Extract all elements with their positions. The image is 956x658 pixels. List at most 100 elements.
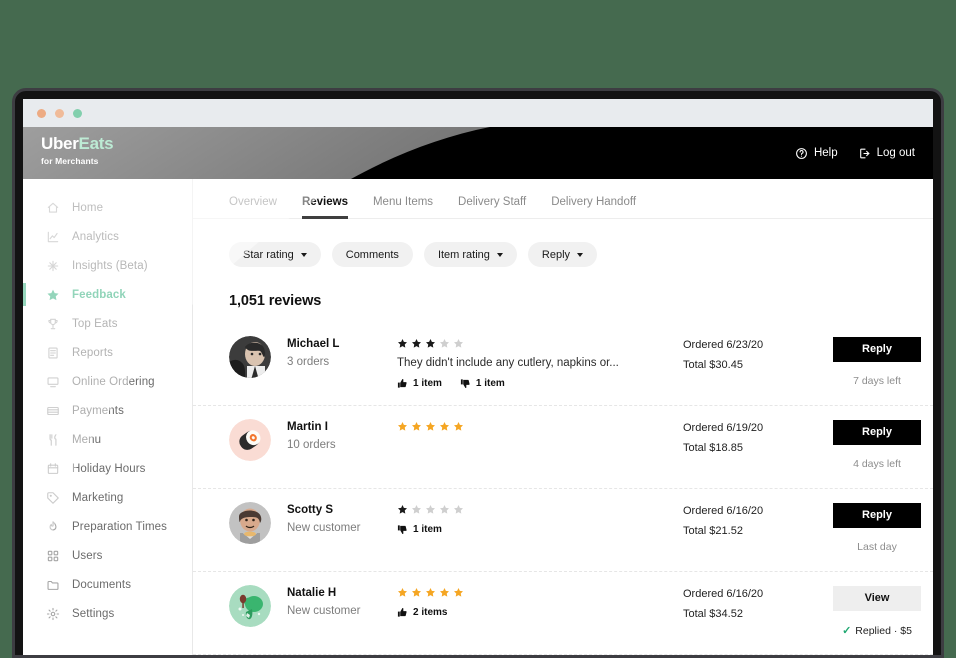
order-total: Total $21.52	[683, 525, 743, 537]
analytics-icon	[46, 230, 60, 244]
tab-label: Overview	[229, 196, 277, 208]
sidebar-item-payments[interactable]: Payments	[23, 396, 192, 425]
review-customer: Martin I 10 orders	[287, 419, 397, 451]
exit-icon	[858, 147, 871, 160]
sidebar-item-label: Home	[72, 201, 104, 214]
star-5	[453, 504, 464, 515]
sidebar-item-label: Menu	[72, 433, 102, 446]
close-dot[interactable]	[37, 108, 46, 118]
trophy-icon	[46, 317, 60, 331]
sidebar-item-settings[interactable]: Settings	[23, 599, 192, 628]
tab-delivery-handoff[interactable]: Delivery Handoff	[551, 196, 636, 218]
order-details: Ordered 6/23/20 Total $30.45	[683, 336, 833, 371]
thumbs-up-icon	[397, 607, 408, 618]
star-1	[397, 421, 408, 432]
order-total: Total $34.52	[683, 608, 743, 620]
calendar-icon	[46, 462, 60, 476]
star-1	[397, 587, 408, 598]
filter-comments[interactable]: Comments	[331, 242, 413, 267]
sidebar-item-marketing[interactable]: Marketing	[23, 483, 192, 512]
review-action: Reply 4 days left	[833, 419, 933, 470]
customer-order-count: 10 orders	[287, 439, 336, 451]
sidebar-item-feedback[interactable]: Feedback	[23, 280, 192, 309]
payments-icon	[46, 404, 60, 418]
star-4	[439, 587, 450, 598]
reply-button[interactable]: Reply	[833, 337, 921, 362]
replied-label: Replied · $5	[855, 624, 912, 637]
sidebar-item-reports[interactable]: Reports	[23, 338, 192, 367]
tab-reviews[interactable]: Reviews	[301, 196, 348, 219]
reply-button[interactable]: Reply	[833, 503, 921, 528]
star-4	[439, 421, 450, 432]
sidebar-item-home[interactable]: Home	[23, 193, 192, 222]
review-customer: Michael L 3 orders	[287, 336, 397, 368]
sidebar-item-users[interactable]: Users	[23, 541, 192, 570]
tab-label: Delivery Handoff	[551, 196, 637, 208]
brand-subtitle: for Merchants	[41, 156, 99, 166]
sidebar-item-label: Online Ordering	[72, 375, 155, 388]
header-actions: Help Log out	[795, 127, 915, 179]
order-details: Ordered 6/16/20 Total $21.52	[683, 502, 833, 537]
star-5	[453, 587, 464, 598]
help-button[interactable]: Help	[795, 147, 838, 160]
tab-label: Delivery Staff	[458, 196, 527, 208]
sidebar-item-label: Marketing	[72, 491, 124, 504]
customer-name: Scotty S	[287, 504, 334, 516]
sidebar-item-online-ordering[interactable]: Online Ordering	[23, 367, 192, 396]
star-icon	[46, 288, 60, 302]
star-3	[425, 587, 436, 598]
thumbs-down-icon	[460, 378, 471, 389]
customer-name: Martin I	[287, 421, 328, 433]
tab-delivery-staff[interactable]: Delivery Staff	[458, 196, 526, 218]
view-button[interactable]: View	[833, 586, 921, 611]
reply-button[interactable]: Reply	[833, 420, 921, 445]
filter-reply[interactable]: Reply	[527, 242, 598, 267]
sidebar-item-label: Users	[72, 549, 103, 562]
review-body: 1 item	[397, 502, 683, 535]
review-action: Reply 7 days left	[833, 336, 933, 387]
star-4	[439, 338, 450, 349]
sidebar-item-holiday-hours[interactable]: Holiday Hours	[23, 454, 192, 483]
chevron-down-icon	[577, 252, 584, 257]
main-content: Overview Reviews Menu Items Delivery Sta…	[193, 179, 933, 655]
deadline-note: Last day	[857, 541, 897, 553]
order-date: Ordered 6/23/20	[683, 339, 764, 351]
sidebar-item-top-eats[interactable]: Top Eats	[23, 309, 192, 338]
sidebar-item-documents[interactable]: Documents	[23, 570, 192, 599]
sidebar-item-insights-beta[interactable]: Insights (Beta)	[23, 251, 192, 280]
item-rating-thumbs-up: 2 items	[397, 607, 447, 618]
brand-eats-text: Eats	[78, 134, 114, 153]
app-viewport: UberEats for Merchants Help Log out Home…	[23, 127, 933, 655]
sidebar-item-analytics[interactable]: Analytics	[23, 222, 192, 251]
filter-item-rating[interactable]: Item rating	[423, 242, 517, 267]
maximize-dot[interactable]	[73, 108, 82, 118]
star-5	[453, 338, 464, 349]
sidebar-item-menu[interactable]: Menu	[23, 425, 192, 454]
sidebar-item-preparation-times[interactable]: Preparation Times	[23, 512, 192, 541]
tag-icon	[46, 491, 60, 505]
tab-overview[interactable]: Overview	[229, 196, 277, 218]
filter-label: Item rating	[437, 248, 490, 261]
logout-button[interactable]: Log out	[858, 147, 915, 160]
review-row: Michael L 3 orders They didn't include a…	[193, 323, 933, 406]
star-2	[411, 338, 422, 349]
filter-star-rating[interactable]: Star rating	[229, 242, 321, 267]
minimize-dot[interactable]	[55, 108, 64, 118]
sidebar-item-label: Reports	[72, 346, 113, 359]
tab-bar: Overview Reviews Menu Items Delivery Sta…	[193, 179, 933, 219]
order-details: Ordered 6/16/20 Total $34.52	[683, 585, 833, 620]
logout-label: Log out	[876, 147, 915, 159]
brand-uber-text: Uber	[41, 134, 79, 153]
item-ratings: 1 item 1 item	[397, 378, 673, 389]
brand-logo[interactable]: UberEats for Merchants	[41, 134, 114, 166]
star-rating	[397, 421, 673, 432]
item-rating-thumbs-up: 1 item	[397, 378, 442, 389]
item-rating-label: 1 item	[475, 378, 505, 389]
review-body	[397, 419, 683, 432]
chevron-down-icon	[300, 252, 307, 257]
review-comment: They didn't include any cutlery, napkins…	[397, 357, 619, 369]
brand-wordmark: UberEats	[41, 134, 114, 153]
filter-chip-row: Star rating Comments Item rating Reply	[193, 219, 933, 267]
tab-menu-items[interactable]: Menu Items	[373, 196, 433, 218]
star-5	[453, 421, 464, 432]
